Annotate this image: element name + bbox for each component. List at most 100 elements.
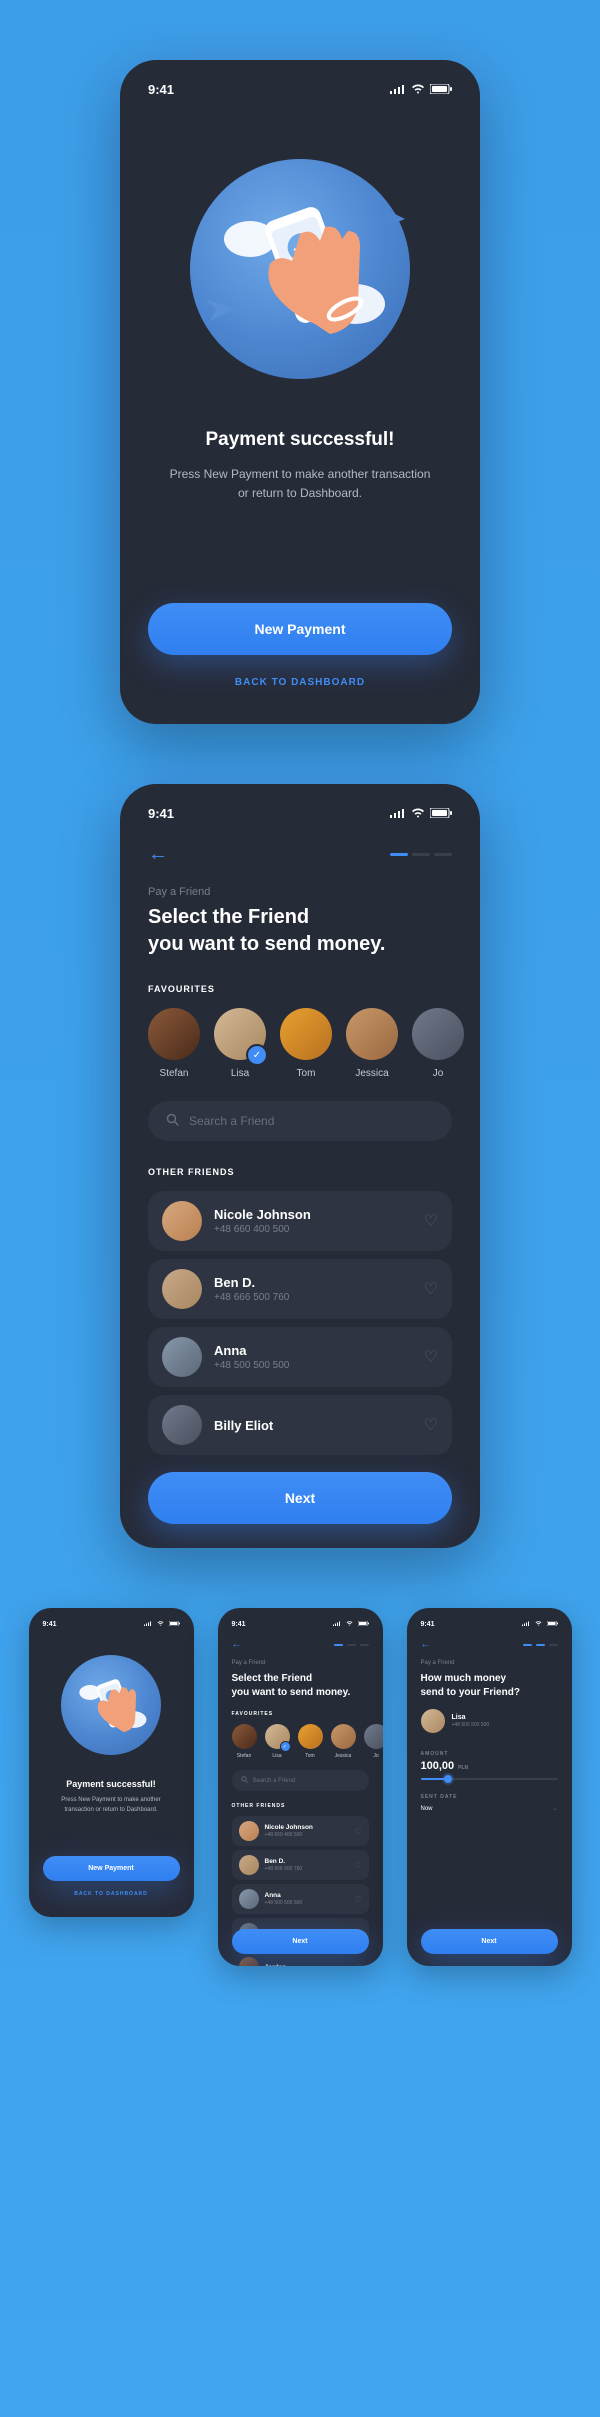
- avatar: [214, 1008, 266, 1060]
- back-arrow-icon[interactable]: ←: [148, 843, 168, 866]
- avatar: [148, 1008, 200, 1060]
- step-1: [390, 853, 408, 856]
- signal-icon: [522, 1621, 530, 1628]
- status-icons: [390, 82, 452, 97]
- heart-icon[interactable]: ♡: [354, 1827, 361, 1836]
- friend-row[interactable]: Nicole Johnson+48 660 400 500 ♡: [148, 1191, 452, 1251]
- favourite-name: Jessica: [346, 1068, 398, 1079]
- next-button[interactable]: Next: [148, 1472, 452, 1524]
- screen-title: Select the Friendyou want to send money.: [232, 1672, 369, 1699]
- status-bar: 9:41: [407, 1618, 572, 1634]
- avatar: [421, 1709, 445, 1733]
- heart-icon[interactable]: ♡: [354, 1895, 361, 1904]
- new-payment-button[interactable]: New Payment: [148, 603, 452, 655]
- search-icon: [241, 1776, 248, 1785]
- favourite-item[interactable]: Jo: [364, 1724, 383, 1759]
- success-illustration: [170, 139, 430, 399]
- wifi-icon: [346, 1621, 353, 1628]
- title-line-2: you want to send money.: [148, 933, 385, 955]
- status-bar: 9:41: [218, 1618, 383, 1634]
- thumb-amount: 9:41 ← Pay a Friend How much moneysend t…: [407, 1608, 572, 1966]
- amount-value: 100,00PLN: [421, 1760, 558, 1772]
- signal-icon: [144, 1621, 152, 1628]
- next-button[interactable]: Next: [421, 1929, 558, 1954]
- favourite-item[interactable]: Stefan: [148, 1008, 200, 1079]
- back-to-dashboard-link[interactable]: BACK TO DASHBOARD: [43, 1891, 180, 1897]
- battery-icon: [358, 1621, 369, 1628]
- favourite-item[interactable]: Lisa: [265, 1724, 290, 1759]
- favourite-item[interactable]: Stefan: [232, 1724, 257, 1759]
- friend-name: Billy Eliot: [214, 1418, 412, 1433]
- breadcrumb: Pay a Friend: [148, 886, 452, 898]
- status-icons: [390, 806, 452, 821]
- avatar: [412, 1008, 464, 1060]
- success-title: Payment successful!: [43, 1779, 180, 1789]
- sent-date-row[interactable]: Now ⌄: [421, 1805, 558, 1812]
- status-time: 9:41: [232, 1621, 246, 1628]
- thumb-select-friend: 9:41 ← Pay a Friend Select the Friendyou…: [218, 1608, 383, 1966]
- heart-icon[interactable]: ♡: [354, 1963, 361, 1967]
- currency: PLN: [458, 1765, 468, 1771]
- favourite-name: Jo: [412, 1068, 464, 1079]
- selected-friend: Lisa +48 500 500 500: [421, 1709, 558, 1733]
- heart-icon[interactable]: ♡: [354, 1861, 361, 1870]
- wifi-icon: [411, 82, 425, 97]
- next-button[interactable]: Next: [232, 1929, 369, 1954]
- friend-phone: +48 500 500 500: [214, 1360, 412, 1371]
- friend-row[interactable]: Ben D.+48 666 500 760 ♡: [148, 1259, 452, 1319]
- amount-slider[interactable]: [421, 1778, 558, 1780]
- favourite-item[interactable]: Tom: [280, 1008, 332, 1079]
- wifi-icon: [157, 1621, 164, 1628]
- avatar: [346, 1008, 398, 1060]
- step-2: [412, 853, 430, 856]
- thumbnails-row: 9:41 Payment successful! Press: [0, 1608, 600, 1966]
- heart-icon[interactable]: ♡: [424, 1347, 438, 1367]
- step-indicator: [390, 853, 452, 856]
- avatar: [280, 1008, 332, 1060]
- screen-title: Select the Friend you want to send money…: [148, 904, 452, 958]
- favourites-label: FAVOURITES: [148, 984, 452, 994]
- friend-row[interactable]: Nicole Johnson+48 660 400 500♡: [232, 1816, 369, 1846]
- friend-row[interactable]: Billy Eliot ♡: [148, 1395, 452, 1455]
- wifi-icon: [411, 806, 425, 821]
- avatar: [162, 1269, 202, 1309]
- search-input[interactable]: Search a Friend: [232, 1770, 369, 1791]
- step-3: [434, 853, 452, 856]
- favourite-item[interactable]: Jo: [412, 1008, 464, 1079]
- back-arrow-icon[interactable]: ←: [421, 1639, 431, 1650]
- thumb-success: 9:41 Payment successful! Press: [29, 1608, 194, 1916]
- status-time: 9:41: [43, 1621, 57, 1628]
- avatar: [162, 1405, 202, 1445]
- friend-row[interactable]: Ben D.+48 666 500 760♡: [232, 1850, 369, 1880]
- sent-date-label: SENT DATE: [421, 1794, 558, 1800]
- friend-name: Nicole Johnson: [214, 1207, 412, 1222]
- battery-icon: [169, 1621, 180, 1628]
- avatar: [162, 1201, 202, 1241]
- back-arrow-icon[interactable]: ←: [232, 1639, 242, 1650]
- avatar: [162, 1337, 202, 1377]
- success-subtitle: Press New Payment to make another transa…: [148, 465, 452, 503]
- favourite-item[interactable]: Jessica: [331, 1724, 356, 1759]
- illustration-svg: [180, 149, 420, 389]
- friend-row[interactable]: Anna+48 500 500 500 ♡: [148, 1327, 452, 1387]
- favourite-item[interactable]: Lisa: [214, 1008, 266, 1079]
- search-input[interactable]: Search a Friend: [148, 1101, 452, 1141]
- success-subtitle: Press New Payment to make another transa…: [43, 1796, 180, 1815]
- friend-name: Lisa: [452, 1714, 490, 1721]
- slider-thumb-icon[interactable]: [444, 1775, 452, 1783]
- heart-icon[interactable]: ♡: [424, 1415, 438, 1435]
- favourite-item[interactable]: Tom: [298, 1724, 323, 1759]
- friend-phone: +48 500 500 500: [452, 1722, 490, 1728]
- back-to-dashboard-link[interactable]: BACK TO DASHBOARD: [148, 677, 452, 688]
- heart-icon[interactable]: ♡: [424, 1279, 438, 1299]
- heart-icon[interactable]: ♡: [424, 1211, 438, 1231]
- battery-icon: [547, 1621, 558, 1628]
- favourite-item[interactable]: Jessica: [346, 1008, 398, 1079]
- friend-phone: +48 666 500 760: [214, 1292, 412, 1303]
- friend-row[interactable]: Jordan♡: [232, 1952, 369, 1966]
- status-bar: 9:41: [29, 1618, 194, 1634]
- success-illustration: [51, 1645, 171, 1765]
- breadcrumb: Pay a Friend: [232, 1660, 369, 1666]
- new-payment-button[interactable]: New Payment: [43, 1856, 180, 1881]
- friend-row[interactable]: Anna+48 500 500 500♡: [232, 1884, 369, 1914]
